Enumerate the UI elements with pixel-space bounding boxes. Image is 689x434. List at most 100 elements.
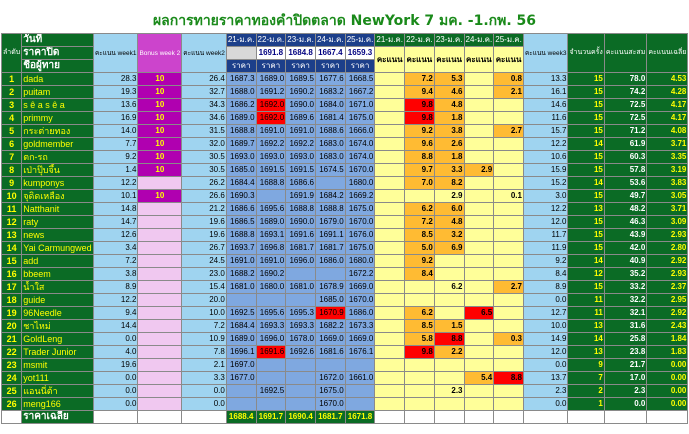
week2-score: 0.0	[181, 397, 227, 411]
date-header: 23-ม.ค.	[285, 33, 316, 47]
guess-price: 1689.6	[285, 111, 316, 125]
footer-gap	[567, 410, 605, 424]
guess-price	[255, 397, 287, 411]
day-score: 8.4	[404, 267, 435, 281]
week3-score: 14.9	[522, 332, 569, 346]
guess-price: 1686.0	[344, 306, 376, 320]
day-score	[463, 267, 495, 281]
guess-price: 1686.6	[285, 176, 316, 190]
week3-score: 12.0	[522, 215, 569, 229]
day-score	[374, 397, 406, 411]
guess-price: 1661.0	[344, 371, 376, 385]
guess-price: 1691.1	[314, 228, 346, 242]
guess-count: 11	[567, 306, 605, 320]
total-score: 33.2	[603, 280, 648, 294]
guess-count: 15	[567, 150, 605, 164]
week1-score: 0.0	[92, 332, 139, 346]
guess-count: 14	[567, 137, 605, 151]
day-score: 9.4	[404, 85, 435, 99]
average-score: 2.92	[646, 306, 689, 320]
week1-score: 1.4	[92, 163, 139, 177]
player-name: goldmember	[21, 137, 94, 151]
rank-number: 4	[0, 111, 23, 125]
page-title: ผลการทายราคาทองคำปิดตลาด NewYork 7 มค. -…	[152, 13, 537, 29]
guess-price: 1672.0	[314, 371, 346, 385]
guess-price: 1681.4	[314, 111, 346, 125]
guess-price: 1688.8	[225, 124, 257, 138]
day-score	[404, 371, 435, 385]
day-score: 1.5	[433, 319, 465, 333]
day-score	[374, 358, 406, 372]
week1-score: 0.0	[92, 371, 139, 385]
day-score	[493, 215, 524, 229]
guess-count: 13	[567, 319, 605, 333]
day-label: วันที่	[21, 33, 94, 47]
day-score	[463, 358, 495, 372]
guess-count: 14	[567, 176, 605, 190]
score-label: คะแนน	[493, 46, 524, 73]
bonus-score: 10	[137, 163, 183, 177]
day-score	[374, 137, 406, 151]
week3-score: 12.2	[522, 202, 569, 216]
guess-price: 1668.5	[344, 72, 376, 86]
rank-number: 18	[0, 293, 23, 307]
week2-score: 26.6	[181, 189, 227, 203]
day-score: 4.8	[433, 215, 465, 229]
average-score: 2.95	[646, 293, 689, 307]
week1-score: 19.6	[92, 358, 139, 372]
guess-price: 1697.0	[225, 358, 257, 372]
week1-header: คะแนน week1	[92, 33, 139, 73]
day-score	[374, 267, 406, 281]
day-score	[374, 228, 406, 242]
week1-score: 14.8	[92, 202, 139, 216]
guess-price: 1674.0	[344, 137, 376, 151]
average-score: 4.17	[646, 111, 689, 125]
score-label: คะแนน	[433, 46, 465, 73]
table-row: 2 puitam 19.3 10 32.7 1688.0 1691.2 1690.2 1683.…	[0, 85, 689, 99]
week3-score: 12.7	[522, 306, 569, 320]
total-score: 0.0	[603, 397, 648, 411]
day-score	[463, 332, 495, 346]
day-score: 0.8	[493, 72, 524, 86]
day-score	[374, 176, 406, 190]
player-name: จุดิดเหลือง	[21, 189, 94, 203]
guess-count: 15	[567, 215, 605, 229]
guess-price: 1689.5	[285, 72, 316, 86]
day-score	[374, 163, 406, 177]
guess-price: 1695.6	[255, 202, 287, 216]
score-date-header: 25-ม.ค.	[493, 33, 524, 47]
guess-price: 1683.2	[314, 85, 346, 99]
guess-count: 15	[567, 241, 605, 255]
average-score: 1.83	[646, 345, 689, 359]
day-score	[374, 306, 406, 320]
average-score: 3.71	[646, 202, 689, 216]
day-score	[493, 163, 524, 177]
day-score: 7.2	[404, 72, 435, 86]
bonus-score	[137, 293, 183, 307]
guess-price	[344, 397, 376, 411]
guess-count: 12	[567, 267, 605, 281]
guess-price: 1693.0	[255, 150, 287, 164]
week3-score: 8.4	[522, 267, 569, 281]
guess-price	[285, 384, 316, 398]
guess-price: 1689.0	[225, 111, 257, 125]
day-score	[463, 124, 495, 138]
guess-price	[314, 267, 346, 281]
rank-number: 12	[0, 215, 23, 229]
day-score: 6.9	[433, 241, 465, 255]
guess-price	[285, 267, 316, 281]
guess-price: 1681.7	[285, 241, 316, 255]
guess-price: 1688.2	[225, 267, 257, 281]
score-date-header: 21-ม.ค.	[374, 33, 406, 47]
guess-price: 1670.9	[314, 306, 346, 320]
day-score: 6.5	[463, 306, 495, 320]
guess-price: 1684.2	[314, 189, 346, 203]
bonus-score	[137, 228, 183, 242]
footer-gap	[463, 410, 495, 424]
date-header: 25-ม.ค.	[344, 33, 376, 47]
guess-price: 1689.7	[225, 137, 257, 151]
guess-price: 1675.0	[344, 241, 376, 255]
week2-score: 24.5	[181, 254, 227, 268]
rank-number: 3	[0, 98, 23, 112]
player-name: guide	[21, 293, 94, 307]
